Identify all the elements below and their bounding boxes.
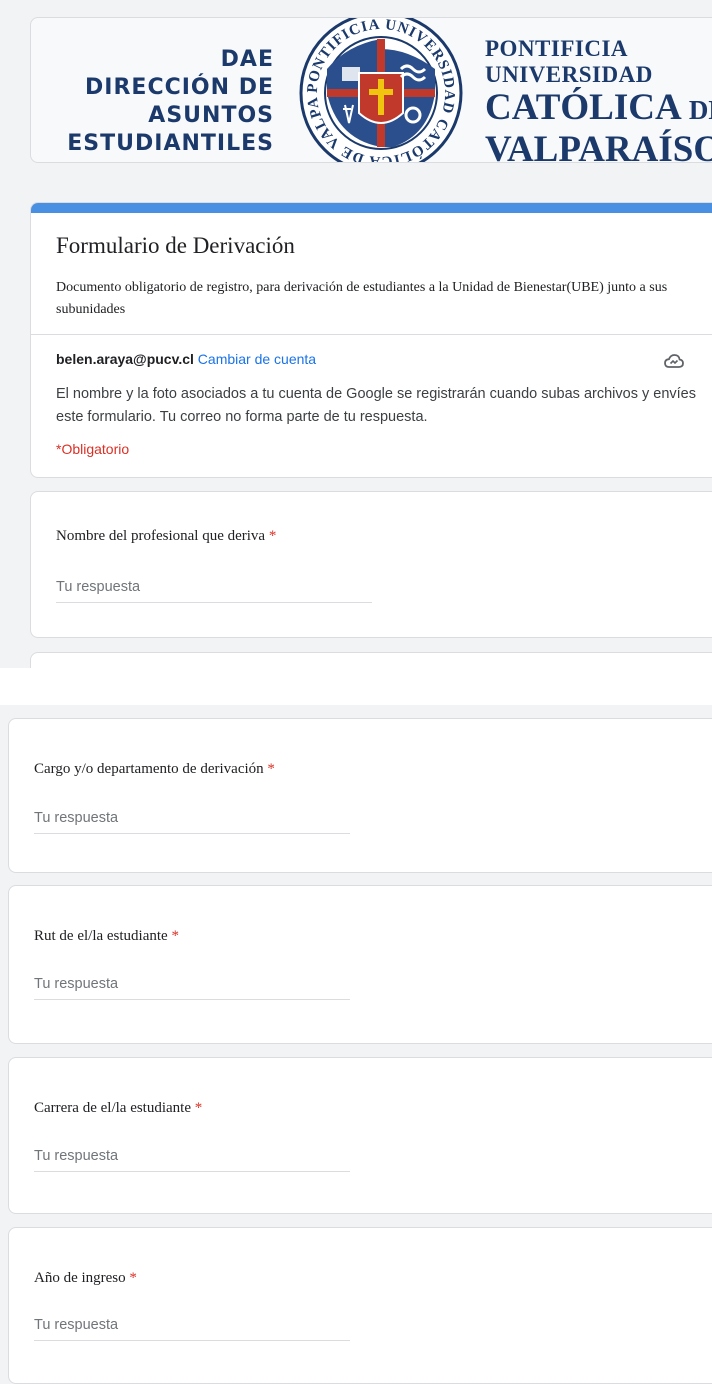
dae-line: ESTUDIANTILES xyxy=(67,131,274,156)
account-email: belen.araya@pucv.cl xyxy=(56,351,194,367)
university-line: UNIVERSIDAD xyxy=(485,62,653,87)
accent-bar xyxy=(31,203,712,213)
question-card: Carrera de el/la estudiante * Tu respues… xyxy=(8,1057,712,1214)
university-word: DE xyxy=(688,95,712,125)
dae-line: DIRECCIÓN DE xyxy=(85,75,274,100)
university-seal-logo: PONTIFICIA UNIVERSIDAD CATÓLICA DE VALPA… xyxy=(297,18,463,162)
university-line: VALPARAÍSO xyxy=(485,129,712,163)
form-description: Documento obligatorio de registro, para … xyxy=(56,280,668,317)
dae-line: ASUNTOS xyxy=(148,103,274,128)
question-label: Cargo y/o departamento de derivación * xyxy=(34,761,275,778)
form-bottom-screenshot: Cargo y/o departamento de derivación * T… xyxy=(0,705,712,1384)
question-text: Carrera de el/la estudiante xyxy=(34,1100,192,1116)
divider xyxy=(31,334,712,335)
question-card: Año de ingreso * Tu respuesta xyxy=(8,1227,712,1384)
cloud-icon[interactable] xyxy=(664,353,684,369)
answer-input[interactable]: Tu respuesta xyxy=(34,1317,350,1341)
required-star: * xyxy=(129,1270,137,1286)
answer-input[interactable]: Tu respuesta xyxy=(34,976,350,1000)
header-banner: DAE DIRECCIÓN DE ASUNTOS ESTUDIANTILES P… xyxy=(30,17,712,163)
university-line: PONTIFICIA xyxy=(485,36,629,61)
question-card: Nombre del profesional que deriva * Tu r… xyxy=(30,491,712,638)
question-card: Cargo y/o departamento de derivación * T… xyxy=(8,718,712,873)
question-card: Rut de el/la estudiante * Tu respuesta xyxy=(8,885,712,1044)
question-card-partial xyxy=(30,652,712,668)
answer-input[interactable]: Tu respuesta xyxy=(56,579,372,603)
answer-input[interactable]: Tu respuesta xyxy=(34,1148,350,1172)
university-name-logo: PONTIFICIA UNIVERSIDAD CATÓLICA DE VALPA… xyxy=(485,36,712,163)
switch-account-link[interactable]: Cambiar de cuenta xyxy=(198,351,316,367)
question-label: Año de ingreso * xyxy=(34,1270,137,1287)
form-header-card: Formulario de Derivación Documento oblig… xyxy=(30,202,712,478)
question-text: Cargo y/o departamento de derivación xyxy=(34,761,264,777)
question-text: Nombre del profesional que deriva xyxy=(56,528,266,544)
university-word: CATÓLICA xyxy=(485,87,680,128)
form-title: Formulario de Derivación xyxy=(56,233,295,258)
required-star: * xyxy=(194,1100,203,1116)
required-note: *Obligatorio xyxy=(56,441,130,457)
university-line: CATÓLICA DE xyxy=(485,88,712,130)
question-label: Carrera de el/la estudiante * xyxy=(34,1100,202,1117)
privacy-notice: El nombre y la foto asociados a tu cuent… xyxy=(56,386,696,425)
required-star: * xyxy=(171,928,179,944)
question-text: Año de ingreso xyxy=(34,1270,126,1286)
required-star: * xyxy=(267,761,275,777)
dae-line: DAE xyxy=(220,47,274,72)
dae-logo-text: DAE DIRECCIÓN DE ASUNTOS ESTUDIANTILES xyxy=(67,46,274,158)
required-star: * xyxy=(268,528,277,544)
question-label: Rut de el/la estudiante * xyxy=(34,928,179,945)
screenshot-gap xyxy=(0,668,712,705)
answer-input[interactable]: Tu respuesta xyxy=(34,810,350,834)
form-top-screenshot: DAE DIRECCIÓN DE ASUNTOS ESTUDIANTILES P… xyxy=(0,0,712,668)
question-text: Rut de el/la estudiante xyxy=(34,928,168,944)
account-row: belen.araya@pucv.cl Cambiar de cuenta xyxy=(56,351,316,367)
question-label: Nombre del profesional que deriva * xyxy=(56,528,276,545)
